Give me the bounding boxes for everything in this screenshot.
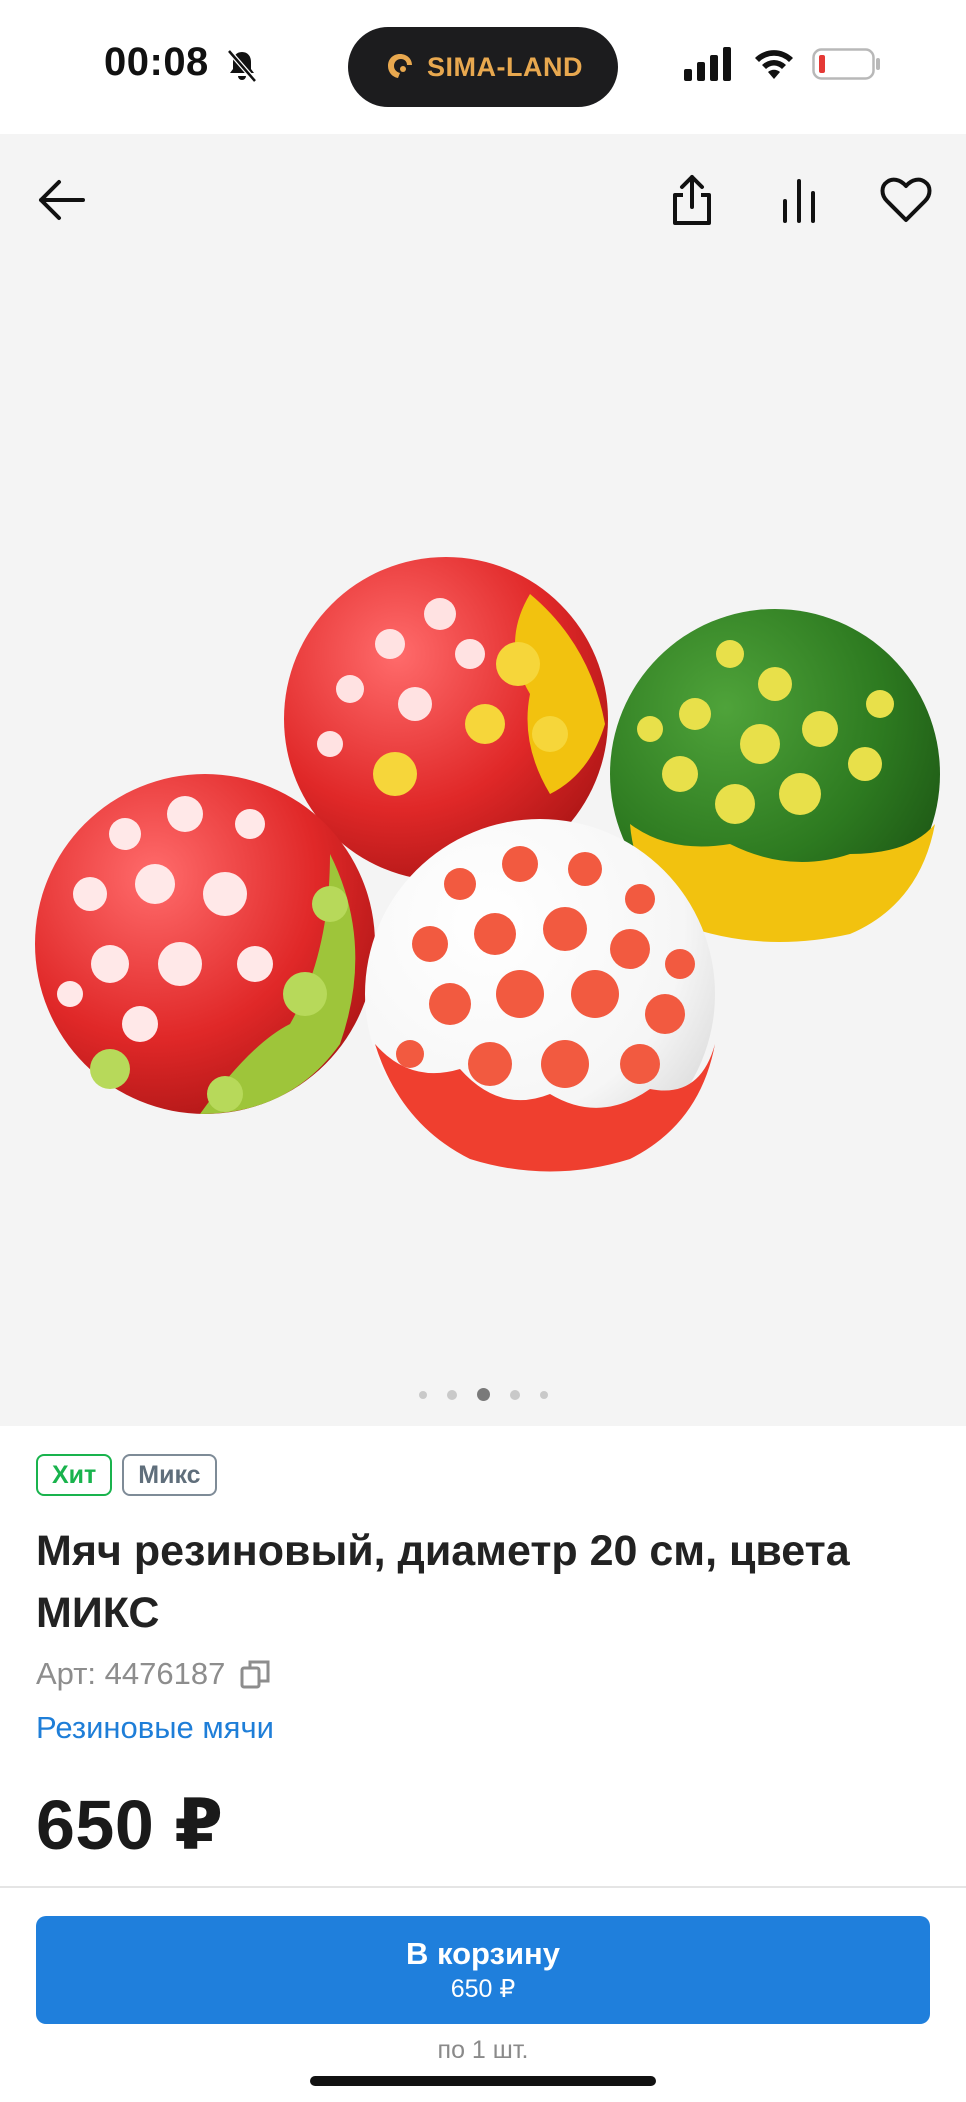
share-icon [673, 175, 711, 225]
copy-icon[interactable] [239, 1658, 271, 1690]
pagination-dot[interactable] [539, 1390, 548, 1399]
island-text: SIMA-LAND [427, 51, 583, 82]
per-unit-text: по 1 шт. [437, 2036, 529, 2064]
ball-red-green [35, 774, 375, 1114]
add-to-cart-button[interactable]: В корзину 650 ₽ [36, 1916, 930, 2024]
product-title: Мяч резиновый, диаметр 20 см, цвета МИКС [36, 1527, 850, 1637]
gallery-pagination [0, 1388, 966, 1401]
badge-hit: Хит [36, 1454, 113, 1496]
pagination-dot[interactable] [509, 1389, 520, 1400]
signal-icon [684, 47, 731, 81]
bell-muted-icon [227, 49, 257, 83]
bottom-action-bar: В корзину 650 ₽ по 1 шт. [0, 1886, 966, 2102]
add-to-cart-price: 650 ₽ [450, 1975, 516, 2003]
category-link[interactable]: Резиновые мячи [36, 1710, 274, 1746]
pagination-dot[interactable] [418, 1390, 427, 1399]
compare-icon [783, 179, 815, 223]
back-button[interactable] [32, 170, 92, 230]
status-time: 00:08 [104, 40, 209, 84]
pagination-dot-active[interactable] [476, 1388, 490, 1401]
wifi-icon [755, 50, 793, 79]
heart-icon [880, 177, 932, 222]
dynamic-island: SIMA-LAND [348, 27, 618, 107]
product-price: 650 ₽ [36, 1786, 224, 1864]
article-row: Арт: 4476187 [36, 1656, 271, 1692]
sima-land-logo-icon [388, 54, 412, 78]
product-badges: Хит Микс [36, 1454, 217, 1496]
back-arrow-icon [39, 180, 85, 220]
ball-white-red [365, 819, 715, 1172]
add-to-cart-label: В корзину [405, 1936, 560, 1971]
favorite-button[interactable] [876, 170, 936, 230]
battery-low-icon [812, 48, 880, 80]
status-bar: 00:08 SIMA-LAND [0, 0, 966, 134]
home-indicator [310, 2076, 656, 2086]
product-gallery[interactable] [0, 134, 966, 1426]
compare-button[interactable] [769, 170, 829, 230]
product-photo[interactable] [30, 524, 950, 1244]
share-button[interactable] [662, 170, 722, 230]
badge-mix: Микс [122, 1454, 217, 1496]
pagination-dot[interactable] [446, 1389, 457, 1400]
article-number: Арт: 4476187 [36, 1656, 226, 1691]
